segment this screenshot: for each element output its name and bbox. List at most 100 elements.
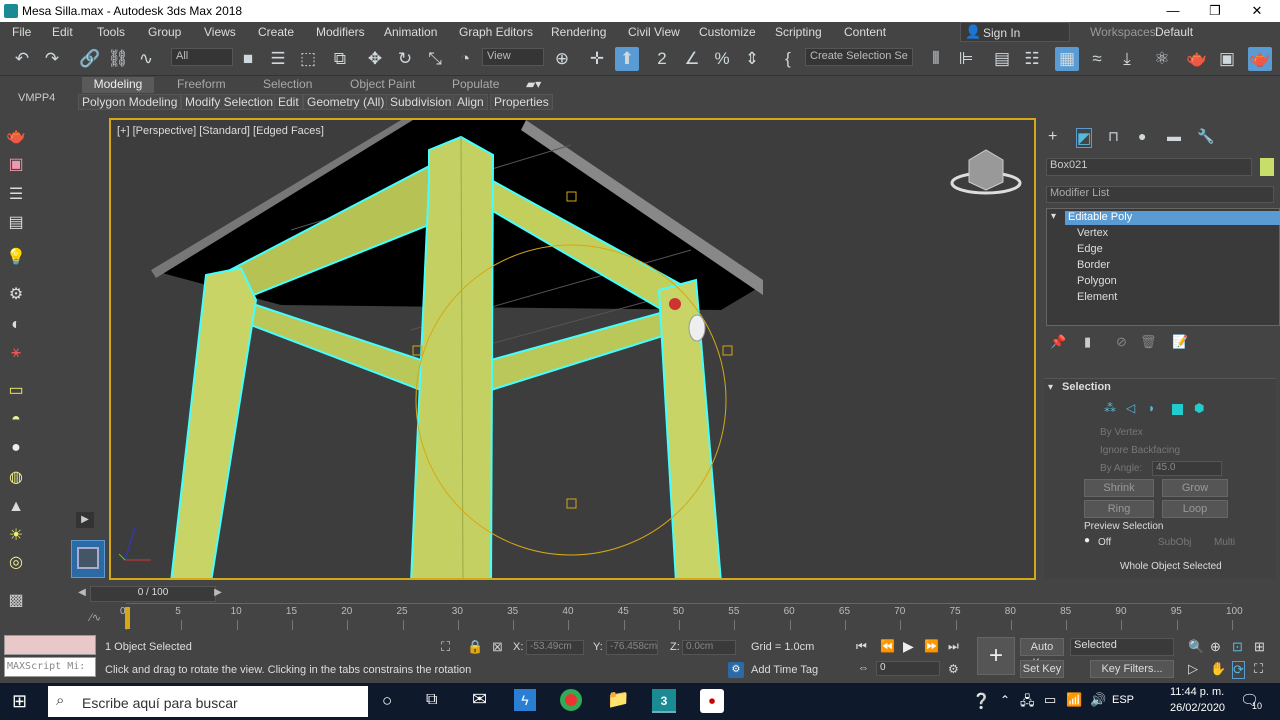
next-frame-arrow-icon[interactable]: ▶ <box>210 587 226 601</box>
ring-button[interactable]: Ring <box>1084 500 1154 518</box>
object-color-swatch[interactable] <box>1260 158 1274 176</box>
schematic-view-icon[interactable]: ⤓ <box>1115 47 1139 71</box>
make-unique-icon[interactable]: ⊘ <box>1116 334 1127 350</box>
menu-content[interactable]: Content <box>844 25 886 39</box>
sphere-icon[interactable]: ● <box>5 437 27 459</box>
battery-icon[interactable]: ▭ <box>1044 692 1056 708</box>
modify-tab-icon[interactable]: ◩ <box>1076 128 1093 148</box>
maximize-viewport-icon[interactable]: ⛶ <box>1254 661 1263 677</box>
app-blue-icon[interactable]: ϟ <box>514 689 536 711</box>
menu-scripting[interactable]: Scripting <box>775 25 822 39</box>
redo-icon[interactable]: ↷ <box>40 47 64 71</box>
file-explorer-icon[interactable]: 📁 <box>607 689 629 710</box>
hierarchy-tab-icon[interactable]: ⊓ <box>1108 128 1119 145</box>
absolute-mode-icon[interactable]: ⊠ <box>492 639 503 655</box>
selection-lock-icon[interactable]: 🔒 <box>467 639 483 655</box>
current-frame-field[interactable]: 0 <box>876 661 940 676</box>
rollout-collapse-icon[interactable]: ▾ <box>1048 382 1053 393</box>
snaps-toggle-icon[interactable]: 2 <box>650 47 674 71</box>
set-key-button[interactable]: Set Key <box>1020 660 1064 678</box>
pan-icon[interactable]: ✋ <box>1210 661 1226 677</box>
key-mode-icon[interactable]: ⇔ <box>858 662 869 674</box>
zoom-icon[interactable]: 🔍 <box>1188 639 1204 655</box>
edge-mode-icon[interactable]: ◁ <box>1126 401 1135 415</box>
render-production-icon[interactable]: 🫖 <box>1248 47 1272 71</box>
tab-selection[interactable]: Selection <box>263 77 312 93</box>
select-object-icon[interactable]: ■ <box>236 47 260 71</box>
loop-button[interactable]: Loop <box>1162 500 1228 518</box>
help-icon[interactable]: ❔ <box>972 692 991 710</box>
layer-list-icon[interactable]: ▤ <box>5 212 27 234</box>
rendered-frame-icon[interactable]: ▣ <box>1215 47 1239 71</box>
stack-polygon[interactable]: Polygon <box>1077 275 1117 287</box>
prev-key-icon[interactable]: ⏪ <box>880 639 895 653</box>
render-setup-icon[interactable]: 🫖 <box>1185 47 1209 71</box>
set-key-big-button[interactable]: + <box>977 637 1015 675</box>
reference-coordinate-dropdown[interactable]: View <box>482 48 544 66</box>
render-frame-icon[interactable]: ▣ <box>5 154 27 176</box>
undo-icon[interactable]: ↶ <box>10 47 34 71</box>
rollout-title[interactable]: Selection <box>1062 381 1111 393</box>
ribbon-options-icon[interactable]: ▰▾ <box>526 77 541 93</box>
time-cursor[interactable] <box>125 607 130 629</box>
tab-object-paint[interactable]: Object Paint <box>350 77 415 93</box>
ignore-backfacing-checkbox[interactable]: Ignore Backfacing <box>1100 445 1180 456</box>
selection-filter-dropdown[interactable]: All <box>171 48 233 66</box>
menu-civil-view[interactable]: Civil View <box>628 25 680 39</box>
subtab-geometry-all[interactable]: Geometry (All) <box>303 94 389 110</box>
zoom-extents-all-icon[interactable]: ⊞ <box>1254 639 1265 655</box>
x-coordinate-field[interactable]: -53.49cm <box>526 640 584 655</box>
rotate-icon[interactable]: ↻ <box>393 47 417 71</box>
unlink-icon[interactable]: ⛓ <box>106 47 130 71</box>
polygon-mode-icon[interactable] <box>1172 404 1183 415</box>
layer-explorer-icon[interactable]: ☷ <box>1020 47 1044 71</box>
menu-customize[interactable]: Customize <box>699 25 756 39</box>
tab-freeform[interactable]: Freeform <box>177 77 226 93</box>
volume-icon[interactable]: 🔊 <box>1090 692 1106 708</box>
element-mode-icon[interactable]: ⬢ <box>1194 401 1204 415</box>
by-angle-checkbox[interactable]: By Angle: <box>1100 463 1142 474</box>
fov-icon[interactable]: ▷ <box>1188 661 1198 677</box>
maximize-button[interactable]: ❐ <box>1192 0 1238 22</box>
sun-icon[interactable]: ☀ <box>5 525 27 547</box>
spinner-snap-icon[interactable]: ⇕ <box>740 47 764 71</box>
scene-list-icon[interactable]: ☰ <box>5 184 27 206</box>
box-icon[interactable]: ▭ <box>5 380 27 402</box>
preview-multi-radio[interactable]: Multi <box>1214 537 1235 548</box>
clock-time[interactable]: 11:44 p. m. <box>1170 686 1224 698</box>
edit-named-selection-icon[interactable]: { <box>776 47 800 71</box>
torus-icon[interactable]: ◎ <box>5 552 27 574</box>
key-mode-dropdown[interactable]: Selected <box>1070 638 1174 656</box>
placement-icon[interactable]: ◔ <box>453 47 477 71</box>
stack-edge[interactable]: Edge <box>1077 243 1103 255</box>
select-manipulate-icon[interactable]: ✛ <box>585 47 609 71</box>
curve-editor-icon[interactable]: ≈ <box>1085 47 1109 71</box>
stack-editable-poly[interactable]: Editable Poly <box>1065 211 1280 225</box>
subtab-subdivision[interactable]: Subdivision <box>386 94 456 110</box>
menu-group[interactable]: Group <box>148 25 181 39</box>
time-tag-icon[interactable]: ⚙ <box>728 662 744 678</box>
3dsmax-taskbar-icon[interactable]: 3 <box>652 689 676 713</box>
time-config-icon[interactable]: ⚙ <box>948 662 959 676</box>
toggle-ribbon-icon[interactable]: ▦ <box>1055 47 1079 71</box>
wifi-icon[interactable]: 📶 <box>1066 692 1082 708</box>
goto-start-icon[interactable]: ⏮ <box>856 639 867 654</box>
network-icon[interactable]: 🖧 <box>1020 692 1035 714</box>
tab-modeling[interactable]: Modeling <box>82 77 154 93</box>
maxscript-mini-listener[interactable]: MAXScript Mi: <box>4 657 96 677</box>
subtab-modify-selection[interactable]: Modify Selection <box>181 94 278 110</box>
key-filters-button[interactable]: Key Filters... <box>1090 660 1174 678</box>
pivot-center-icon[interactable]: ⊕ <box>550 47 574 71</box>
teapot-icon[interactable]: 🫖 <box>5 126 27 148</box>
border-mode-icon[interactable]: ◗ <box>1148 401 1155 415</box>
named-selection-set-dropdown[interactable]: Create Selection Se <box>805 48 913 66</box>
align-icon[interactable]: ⊫ <box>954 47 978 71</box>
menu-modifiers[interactable]: Modifiers <box>316 25 365 39</box>
show-end-result-icon[interactable]: ▮ <box>1084 334 1091 350</box>
menu-rendering[interactable]: Rendering <box>551 25 606 39</box>
subtab-edit[interactable]: Edit <box>274 94 303 110</box>
viewport-layout-button[interactable] <box>71 540 105 578</box>
percent-snap-icon[interactable]: % <box>710 47 734 71</box>
camera-icon[interactable]: ⚙ <box>5 284 27 306</box>
by-vertex-checkbox[interactable]: By Vertex <box>1100 427 1143 438</box>
